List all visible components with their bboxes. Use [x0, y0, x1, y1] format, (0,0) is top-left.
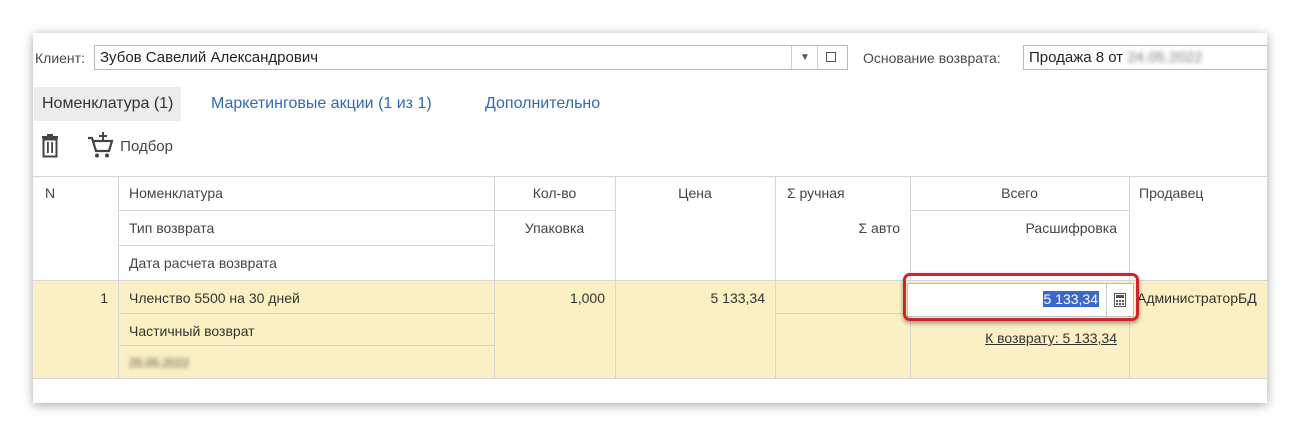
- row-calc-date[interactable]: 25.05.2022: [118, 356, 494, 370]
- header-breakdown[interactable]: Расшифровка: [910, 220, 1129, 236]
- add-to-cart-icon: [88, 132, 114, 158]
- pick-label: Подбор: [120, 137, 173, 155]
- row-price[interactable]: 5 133,34: [615, 290, 775, 306]
- highlight-ring: [903, 273, 1139, 321]
- document-form: Клиент: Зубов Савелий Александрович ▼ Ос…: [33, 33, 1267, 403]
- chevron-down-icon: ▼: [800, 52, 810, 63]
- row-qty[interactable]: 1,000: [494, 290, 615, 306]
- basis-value: Продажа 8 от: [1029, 49, 1124, 66]
- header-calc-date[interactable]: Дата расчета возврата: [118, 255, 494, 271]
- delete-button[interactable]: [39, 134, 63, 160]
- header-sum-auto[interactable]: Σ авто: [775, 220, 910, 236]
- row-seller[interactable]: АдминистраторБД: [1129, 290, 1267, 306]
- trash-icon: [42, 134, 58, 158]
- client-dropdown-button[interactable]: ▼: [791, 46, 818, 69]
- basis-field[interactable]: Продажа 8 от 24.05.2022: [1023, 45, 1267, 70]
- tab-additional[interactable]: Дополнительно: [485, 87, 600, 121]
- open-window-icon: [826, 52, 836, 62]
- header-n[interactable]: N: [33, 185, 118, 201]
- row-return-type[interactable]: Частичный возврат: [118, 323, 494, 339]
- tab-marketing[interactable]: Маркетинговые акции (1 из 1): [211, 87, 432, 121]
- client-field[interactable]: Зубов Савелий Александрович ▼: [94, 45, 848, 70]
- row-breakdown-link[interactable]: К возврату: 5 133,34: [910, 330, 1129, 346]
- header-return-type[interactable]: Тип возврата: [118, 220, 494, 236]
- row-nomenclature[interactable]: Членство 5500 на 30 дней: [118, 290, 494, 306]
- header-sum-manual[interactable]: Σ ручная: [775, 185, 910, 201]
- tab-nomenclature[interactable]: Номенклатура (1): [34, 87, 182, 121]
- header-seller[interactable]: Продавец: [1129, 185, 1267, 201]
- pick-button[interactable]: Подбор: [87, 132, 173, 160]
- header-price[interactable]: Цена: [615, 185, 775, 201]
- header-total[interactable]: Всего: [910, 185, 1129, 201]
- header-package[interactable]: Упаковка: [494, 220, 615, 236]
- client-open-button[interactable]: [817, 46, 844, 69]
- header-qty[interactable]: Кол-во: [494, 185, 615, 201]
- basis-date-blurred: 24.05.2022: [1127, 49, 1203, 66]
- client-value: Зубов Савелий Александрович: [100, 49, 319, 66]
- client-label: Клиент:: [35, 50, 85, 66]
- header-nomenclature[interactable]: Номенклатура: [118, 185, 494, 201]
- basis-label: Основание возврата:: [863, 50, 1001, 66]
- row-n: 1: [100, 290, 108, 306]
